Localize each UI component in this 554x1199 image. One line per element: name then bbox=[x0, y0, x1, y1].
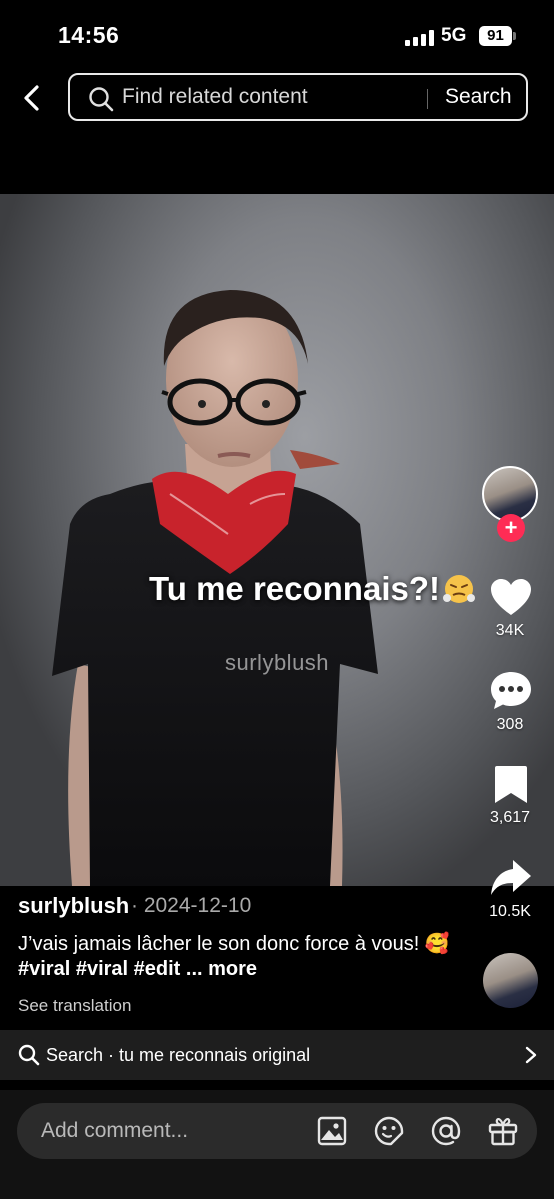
gift-icon[interactable] bbox=[487, 1115, 519, 1147]
caption-more-link[interactable]: ... more bbox=[186, 958, 257, 980]
search-icon bbox=[18, 1044, 40, 1066]
battery-tip bbox=[513, 32, 516, 40]
related-search-text[interactable]: Search · tu me reconnais original bbox=[46, 1045, 310, 1066]
post-caption: J’vais jamais lâcher le son donc force à… bbox=[18, 932, 458, 982]
image-icon[interactable] bbox=[316, 1115, 348, 1147]
video-player[interactable] bbox=[0, 194, 554, 886]
video-overlay-text: Tu me reconnais?! bbox=[149, 570, 440, 607]
follow-button[interactable]: + bbox=[497, 514, 525, 542]
comment-icon[interactable] bbox=[489, 669, 533, 713]
bookmark-icon[interactable] bbox=[489, 763, 533, 807]
video-watermark: surlyblush bbox=[225, 650, 330, 675]
comment-placeholder[interactable]: Add comment... bbox=[41, 1119, 188, 1143]
like-count: 34K bbox=[495, 622, 525, 639]
post-username[interactable]: surlyblush bbox=[18, 893, 129, 919]
comment-count: 308 bbox=[496, 716, 524, 733]
back-arrow-icon[interactable] bbox=[20, 84, 44, 112]
chevron-right-icon[interactable] bbox=[524, 1045, 538, 1065]
music-disc-avatar[interactable] bbox=[483, 953, 538, 1008]
battery-icon: 91 bbox=[479, 26, 512, 46]
share-arrow-icon[interactable] bbox=[489, 856, 533, 900]
mention-icon[interactable] bbox=[430, 1115, 462, 1147]
video-frame-illustration bbox=[52, 290, 378, 886]
search-icon bbox=[89, 87, 114, 112]
network-label: 5G bbox=[441, 25, 467, 46]
search-placeholder[interactable]: Find related content bbox=[122, 85, 308, 109]
search-button[interactable]: Search bbox=[445, 85, 512, 109]
share-count: 10.5K bbox=[489, 903, 531, 920]
see-translation-link[interactable]: See translation bbox=[18, 996, 131, 1016]
post-date: · 2024-12-10 bbox=[131, 894, 252, 917]
status-time: 14:56 bbox=[58, 22, 120, 48]
sticker-icon[interactable] bbox=[373, 1115, 405, 1147]
signal-icon bbox=[405, 30, 435, 46]
caption-text: J’vais jamais lâcher le son donc force à… bbox=[18, 933, 450, 955]
steam-face-emoji-icon bbox=[443, 575, 475, 603]
heart-icon[interactable] bbox=[489, 576, 533, 620]
search-divider bbox=[427, 89, 428, 109]
save-count: 3,617 bbox=[489, 809, 531, 826]
caption-hashtags[interactable]: #viral #viral #edit bbox=[18, 958, 180, 980]
